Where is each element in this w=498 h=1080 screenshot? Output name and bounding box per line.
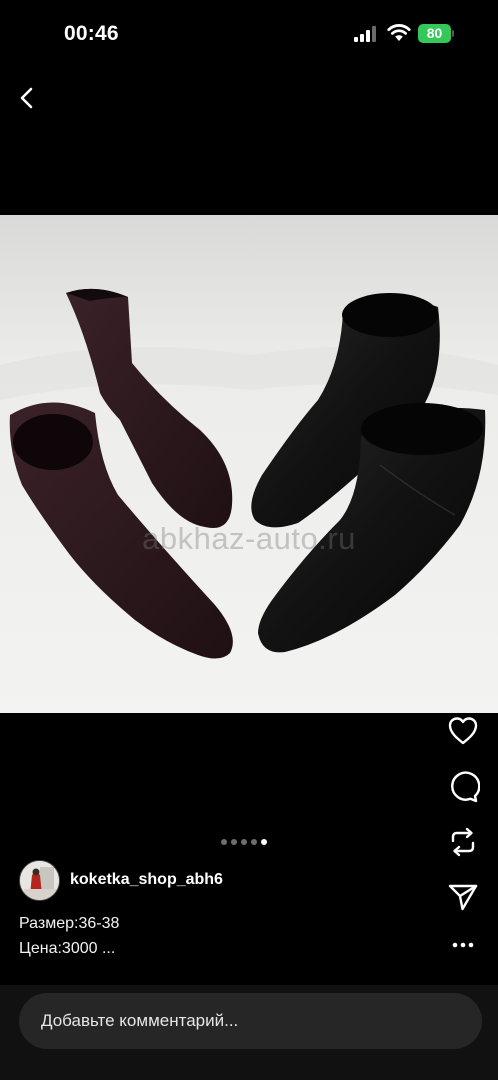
back-chevron-icon[interactable] bbox=[12, 82, 44, 114]
author-username[interactable]: koketka_shop_abh6 bbox=[70, 871, 223, 889]
caption-price[interactable]: Цена:3000 ... bbox=[19, 940, 115, 958]
heart-icon[interactable] bbox=[446, 714, 480, 748]
carousel-dot-active bbox=[261, 839, 267, 845]
avatar[interactable] bbox=[19, 860, 60, 901]
carousel-dot bbox=[221, 839, 227, 845]
send-icon[interactable] bbox=[446, 880, 480, 914]
carousel-dot bbox=[231, 839, 237, 845]
carousel-indicator bbox=[221, 839, 267, 847]
status-bar: 00:46 80 bbox=[0, 0, 498, 66]
watermark: abkhaz-auto.ru bbox=[142, 521, 356, 556]
post-image[interactable]: abkhaz-auto.ru bbox=[0, 215, 498, 713]
boots-photo bbox=[0, 215, 498, 713]
battery-indicator: 80 bbox=[418, 24, 454, 43]
comment-icon[interactable] bbox=[446, 770, 480, 804]
carousel-dot bbox=[251, 839, 257, 845]
carousel-dot bbox=[241, 839, 247, 845]
battery-percentage: 80 bbox=[426, 25, 443, 41]
caption-size: Размер:36-38 bbox=[19, 915, 120, 932]
wifi-icon bbox=[387, 24, 411, 41]
comment-input[interactable] bbox=[19, 993, 482, 1049]
cellular-signal-icon bbox=[354, 26, 376, 42]
status-time: 00:46 bbox=[64, 22, 119, 45]
comment-bar bbox=[0, 985, 498, 1080]
more-icon[interactable] bbox=[451, 937, 475, 953]
repost-icon[interactable] bbox=[446, 825, 480, 859]
avatar-image bbox=[20, 861, 59, 900]
